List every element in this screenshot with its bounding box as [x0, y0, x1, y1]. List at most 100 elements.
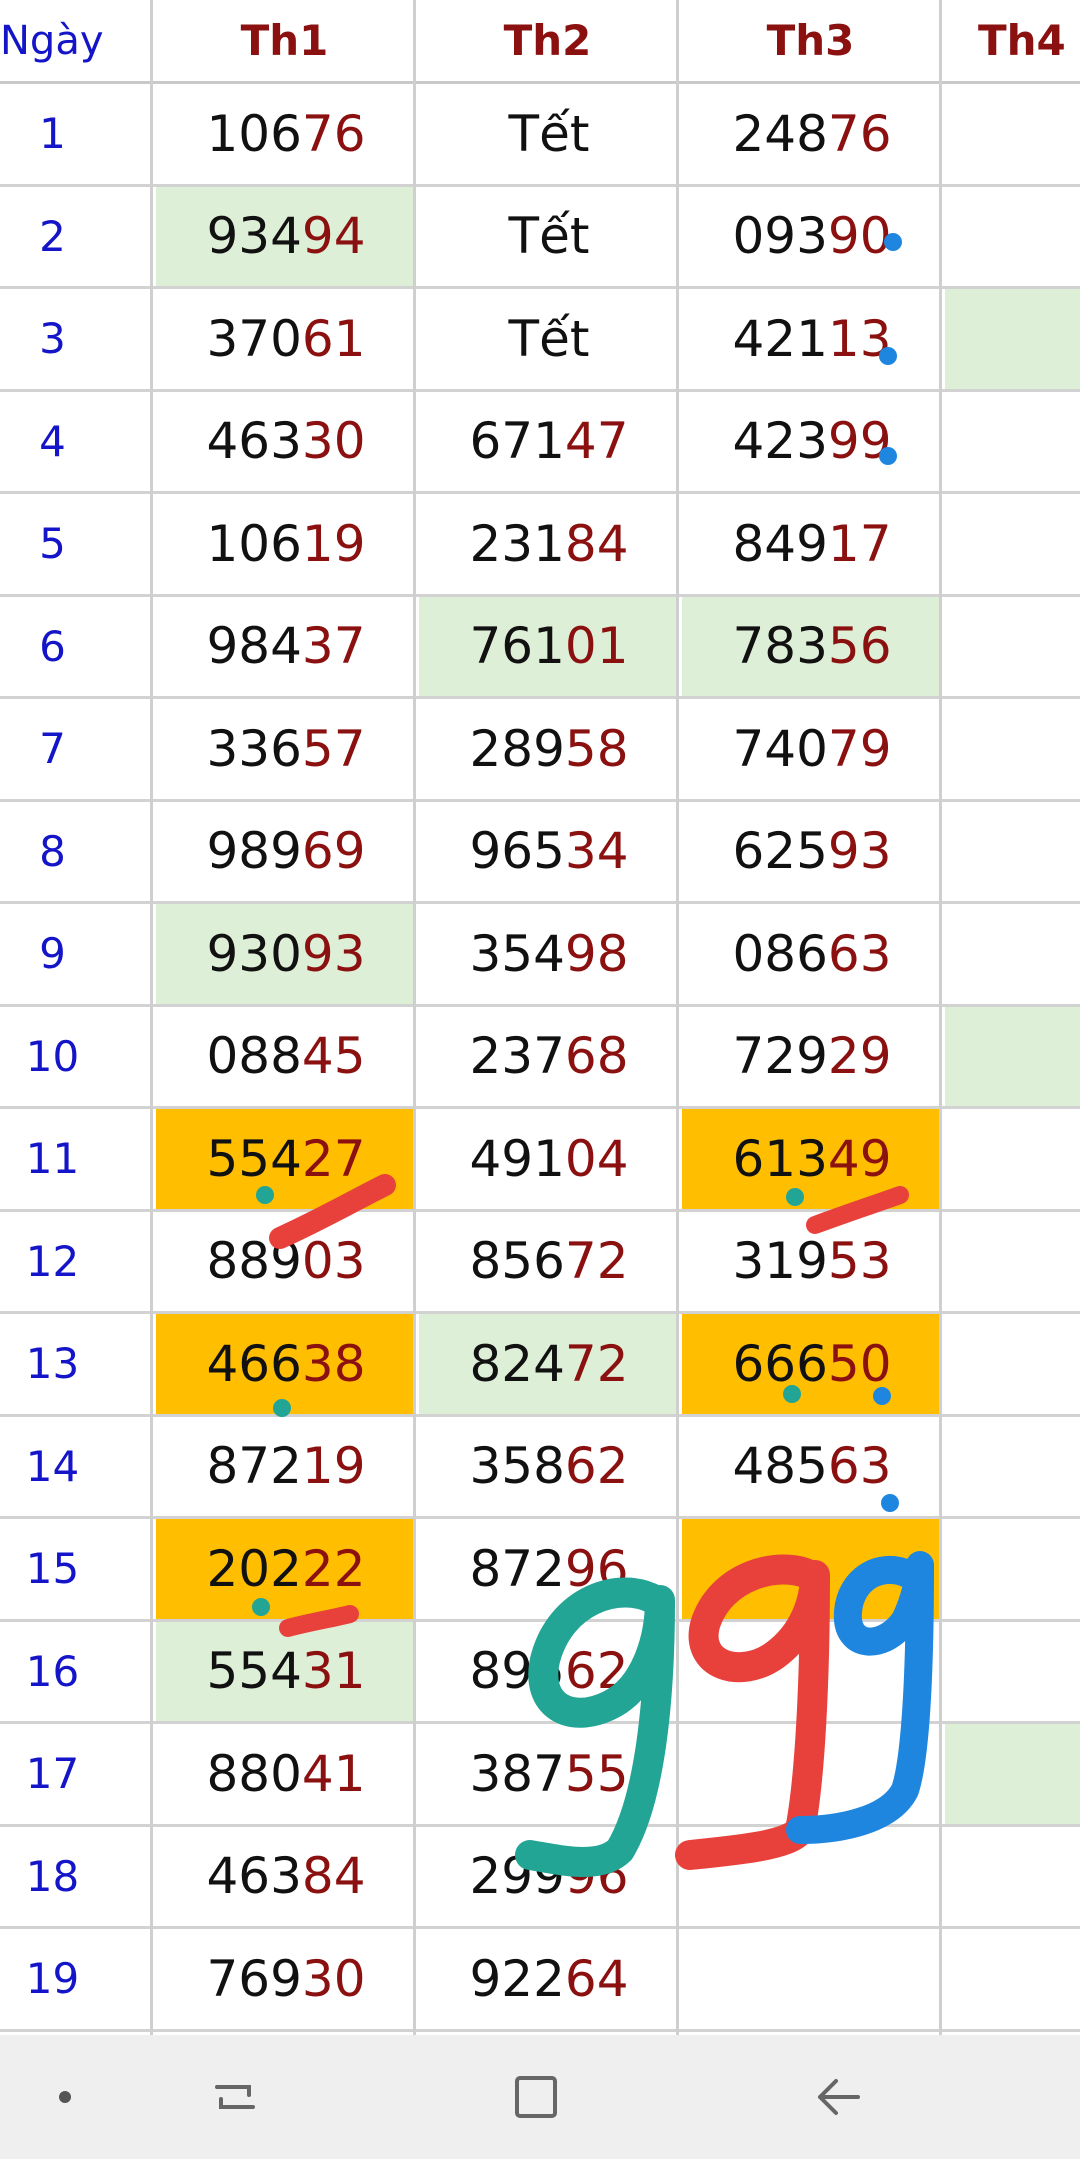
header-day[interactable]: Ngày	[0, 0, 153, 84]
cell-last-two-digits: 31	[301, 1642, 366, 1701]
result-cell[interactable]	[945, 1724, 1080, 1824]
result-cell[interactable]	[945, 1519, 1080, 1619]
result-cell[interactable]: 984 37	[156, 597, 416, 697]
result-cell[interactable]: 466 38	[156, 1314, 416, 1414]
result-cell[interactable]	[945, 597, 1080, 697]
header-th2[interactable]: Th2	[416, 0, 679, 84]
result-cell[interactable]	[945, 494, 1080, 594]
result-cell[interactable]	[945, 1006, 1080, 1106]
result-cell[interactable]: Tết	[419, 187, 679, 287]
result-cell[interactable]: 106 19	[156, 494, 416, 594]
result-cell[interactable]: 463 84	[156, 1827, 416, 1927]
result-cell[interactable]	[945, 1929, 1080, 2029]
result-cell[interactable]: 485 63	[682, 1417, 942, 1517]
result-cell[interactable]: 421 13	[682, 289, 942, 389]
result-cell[interactable]: 934 94	[156, 186, 416, 286]
result-cell[interactable]: 889 03	[156, 1212, 416, 1312]
result-cell[interactable]: 554 27	[156, 1109, 416, 1209]
header-th3[interactable]: Th3	[679, 0, 942, 84]
result-cell[interactable]: 930 93	[156, 904, 416, 1004]
result-cell[interactable]: 872 19	[156, 1417, 416, 1517]
result-cell[interactable]: 554 31	[156, 1621, 416, 1721]
result-cell[interactable]: 625 93	[682, 802, 942, 902]
cell-last-two-digits: 63	[827, 1437, 892, 1496]
result-cell[interactable]	[945, 699, 1080, 799]
result-cell[interactable]	[945, 289, 1080, 389]
result-cell[interactable]	[945, 392, 1080, 492]
home-icon[interactable]	[476, 2035, 596, 2159]
result-cell[interactable]: 965 34	[419, 802, 679, 902]
result-cell[interactable]: 387 55	[419, 1724, 679, 1824]
result-cell[interactable]: 989 69	[156, 802, 416, 902]
result-cell[interactable]: 336 57	[156, 699, 416, 799]
result-cell[interactable]: 880 41	[156, 1724, 416, 1824]
result-cell[interactable]	[945, 1212, 1080, 1312]
result-cell[interactable]	[945, 84, 1080, 184]
result-cell[interactable]: 354 98	[419, 904, 679, 1004]
result-cell[interactable]	[682, 1724, 942, 1824]
header-th4[interactable]: Th4	[942, 0, 1080, 84]
result-cell[interactable]: 423 99	[682, 392, 942, 492]
result-cell[interactable]	[945, 1622, 1080, 1722]
result-cell[interactable]: 202 22	[156, 1519, 416, 1619]
result-cell[interactable]	[945, 1417, 1080, 1517]
result-cell[interactable]: 491 04	[419, 1109, 679, 1209]
result-cell[interactable]: 093 90	[682, 187, 942, 287]
result-cell[interactable]: 358 62	[419, 1417, 679, 1517]
result-cell[interactable]: Tết	[419, 84, 679, 184]
result-cell[interactable]	[682, 1827, 942, 1927]
result-cell[interactable]: 761 01	[419, 596, 679, 696]
cell-prefix-digits: 423	[732, 412, 828, 471]
result-cell[interactable]: 086 63	[682, 904, 942, 1004]
result-cell[interactable]	[682, 1622, 942, 1722]
result-cell[interactable]: 740 79	[682, 699, 942, 799]
result-cell[interactable]	[945, 187, 1080, 287]
table-row: 19 769 30 922 64	[0, 1929, 1080, 2032]
result-cell[interactable]	[945, 1827, 1080, 1927]
result-cell[interactable]: 289 58	[419, 699, 679, 799]
result-cell[interactable]: 106 76	[156, 84, 416, 184]
result-cell[interactable]: 613 49	[682, 1109, 942, 1209]
result-cell[interactable]: 856 72	[419, 1212, 679, 1312]
result-cell[interactable]: 248 76	[682, 84, 942, 184]
result-cell[interactable]: 237 68	[419, 1007, 679, 1107]
day-number: 8	[39, 826, 66, 876]
result-cell[interactable]	[682, 1929, 942, 2029]
result-cell[interactable]: 849 17	[682, 494, 942, 594]
result-cell[interactable]: 299 96	[419, 1827, 679, 1927]
result-cell[interactable]: 872 96	[419, 1519, 679, 1619]
result-cell[interactable]	[682, 1519, 942, 1619]
header-th1[interactable]: Th1	[153, 0, 416, 84]
nav-dot-icon[interactable]	[5, 2035, 125, 2159]
result-cell[interactable]: 370 61	[156, 289, 416, 389]
result-cell[interactable]: 463 30	[156, 392, 416, 492]
result-cell[interactable]	[945, 1314, 1080, 1414]
cell-prefix-digits: 106	[206, 104, 302, 163]
cell-prefix-digits: 421	[732, 309, 828, 368]
cell-prefix-digits: 769	[206, 1949, 302, 2008]
result-cell[interactable]: 231 84	[419, 494, 679, 594]
back-icon[interactable]	[778, 2035, 898, 2159]
cell-last-two-digits: 84	[564, 514, 629, 573]
table-row: 2 934 94 Tết 093 90	[0, 186, 1080, 289]
result-cell[interactable]: 666 50	[682, 1314, 942, 1414]
cell-prefix-digits: 358	[469, 1437, 565, 1496]
result-cell[interactable]	[945, 1109, 1080, 1209]
result-cell[interactable]: 895 62	[419, 1622, 679, 1722]
result-cell[interactable]: 319 53	[682, 1212, 942, 1312]
cell-prefix-digits: 872	[206, 1437, 302, 1496]
result-cell[interactable]: 922 64	[419, 1929, 679, 2029]
cell-last-two-digits: 49	[827, 1129, 892, 1188]
cell-prefix-digits: 466	[206, 1334, 302, 1393]
day-number: 2	[39, 211, 66, 261]
result-cell[interactable]: 783 56	[682, 596, 942, 696]
recent-apps-icon[interactable]	[175, 2035, 295, 2159]
result-cell[interactable]	[945, 904, 1080, 1004]
result-cell[interactable]: 824 72	[419, 1314, 679, 1414]
result-cell[interactable]: 769 30	[156, 1929, 416, 2029]
result-cell[interactable]: 671 47	[419, 392, 679, 492]
result-cell[interactable]: 088 45	[156, 1007, 416, 1107]
result-cell[interactable]: Tết	[419, 289, 679, 389]
result-cell[interactable]	[945, 802, 1080, 902]
result-cell[interactable]: 729 29	[682, 1007, 942, 1107]
